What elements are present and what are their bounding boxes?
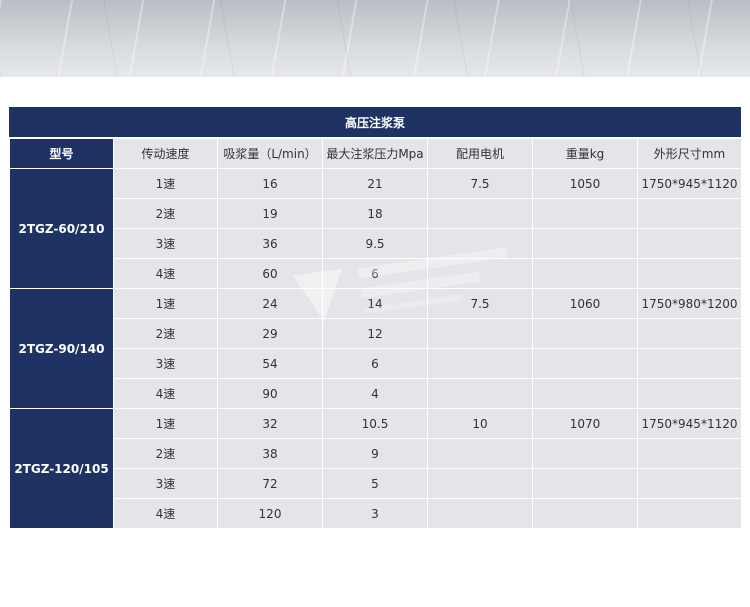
weight-cell: 1070 [532,408,638,439]
speed-cell: 4速 [113,498,218,529]
empty-cell [427,258,533,289]
empty-cell [427,378,533,409]
empty-cell [427,348,533,379]
empty-cell [427,228,533,259]
empty-cell [637,318,742,349]
table-row: 3速 72 5 [10,468,742,499]
dims-cell: 1750*945*1120 [637,168,742,199]
pressure-cell: 9 [322,438,428,469]
empty-cell [637,498,742,529]
table-row: 2TGZ-90/140 1速 24 14 7.5 1060 1750*980*1… [9,288,742,409]
speed-cell: 1速 [113,168,218,199]
dims-cell: 1750*945*1120 [637,408,742,439]
header-speed: 传动速度 [113,138,218,169]
flow-cell: 19 [217,198,323,229]
flow-cell: 29 [217,318,323,349]
header-banner-image [0,0,750,77]
pressure-cell: 14 [322,288,428,319]
table-row: 3速 54 6 [10,348,742,379]
dims-cell: 1750*980*1200 [637,288,742,319]
table-title: 高压注浆泵 [9,107,741,138]
empty-cell [532,438,638,469]
empty-cell [637,438,742,469]
header-motor: 配用电机 [427,138,533,169]
pressure-cell: 5 [322,468,428,499]
flow-cell: 72 [217,468,323,499]
speed-cell: 2速 [113,198,218,229]
empty-cell [532,378,638,409]
empty-cell [637,228,742,259]
flow-cell: 36 [217,228,323,259]
speed-cell: 2速 [113,438,218,469]
speed-cell: 3速 [113,468,218,499]
pressure-cell: 6 [322,348,428,379]
empty-cell [532,498,638,529]
empty-cell [637,198,742,229]
table-row: 3速 36 9.5 [10,228,742,259]
pressure-cell: 3 [322,498,428,529]
spec-grid: 型号 传动速度 吸浆量（L/min） 最大注浆压力Mpa 配用电机 重量kg 外… [9,138,742,529]
empty-cell [532,468,638,499]
pressure-cell: 10.5 [322,408,428,439]
header-flow: 吸浆量（L/min） [217,138,323,169]
flow-cell: 54 [217,348,323,379]
speed-cell: 4速 [113,378,218,409]
header-row: 型号 传动速度 吸浆量（L/min） 最大注浆压力Mpa 配用电机 重量kg 外… [9,138,742,169]
empty-cell [637,348,742,379]
motor-cell: 7.5 [427,288,533,319]
empty-cell [532,318,638,349]
model-cell: 2TGZ-60/210 [9,168,114,289]
empty-cell [427,198,533,229]
table-row: 2速 38 9 [10,438,742,469]
table-row: 4速 120 3 [10,498,742,529]
flow-cell: 32 [217,408,323,439]
pressure-cell: 4 [322,378,428,409]
empty-cell [637,378,742,409]
empty-cell [637,258,742,289]
weight-cell: 1060 [532,288,638,319]
flow-cell: 16 [217,168,323,199]
empty-cell [532,348,638,379]
flow-cell: 90 [217,378,323,409]
header-model: 型号 [9,138,114,169]
speed-cell: 2速 [113,318,218,349]
pressure-cell: 9.5 [322,228,428,259]
header-dims: 外形尺寸mm [637,138,742,169]
empty-cell [532,228,638,259]
speed-cell: 3速 [113,348,218,379]
header-weight: 重量kg [532,138,638,169]
empty-cell [637,468,742,499]
speed-cell: 4速 [113,258,218,289]
pressure-cell: 6 [322,258,428,289]
table-row: 2TGZ-120/105 1速 32 10.5 10 1070 1750*945… [9,408,742,529]
header-pressure: 最大注浆压力Mpa [322,138,428,169]
table-row: 4速 90 4 [10,378,742,409]
empty-cell [427,438,533,469]
empty-cell [427,468,533,499]
model-cell: 2TGZ-120/105 [9,408,114,529]
table-row: 4速 60 6 [10,258,742,289]
speed-cell: 3速 [113,228,218,259]
table-row: 2TGZ-60/210 1速 16 21 7.5 1050 1750*945*1… [9,168,742,289]
motor-cell: 7.5 [427,168,533,199]
flow-cell: 60 [217,258,323,289]
empty-cell [427,498,533,529]
model-cell: 2TGZ-90/140 [9,288,114,409]
weight-cell: 1050 [532,168,638,199]
empty-cell [532,258,638,289]
pressure-cell: 21 [322,168,428,199]
spec-table: 高压注浆泵 型号 传动速度 吸浆量（L/min） 最大注浆压力Mpa 配用电机 … [9,107,742,529]
motor-cell: 10 [427,408,533,439]
pressure-cell: 18 [322,198,428,229]
flow-cell: 120 [217,498,323,529]
pressure-cell: 12 [322,318,428,349]
empty-cell [427,318,533,349]
table-row: 2速 19 18 [10,198,742,229]
empty-cell [532,198,638,229]
flow-cell: 38 [217,438,323,469]
table-row: 2速 29 12 [10,318,742,349]
flow-cell: 24 [217,288,323,319]
speed-cell: 1速 [113,408,218,439]
speed-cell: 1速 [113,288,218,319]
